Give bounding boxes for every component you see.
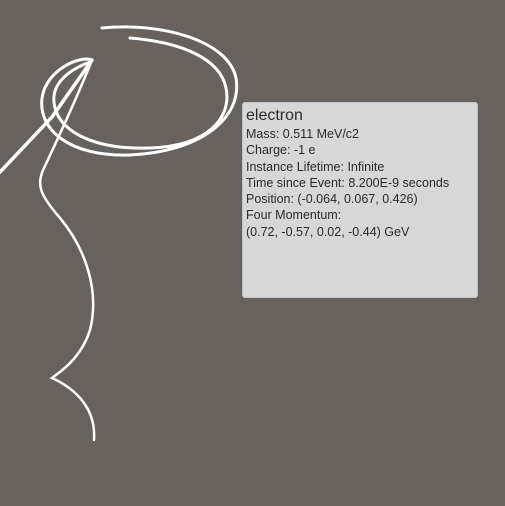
four-momentum-label: Four Momentum: — [246, 208, 342, 223]
particle-charge: Charge: -1 e — [246, 143, 316, 158]
electron-spiral-track-inner[interactable] — [52, 36, 229, 150]
particle-time-since-event: Time since Event: 8.200E-9 seconds — [246, 175, 450, 190]
particle-info-panel: electron Mass: 0.511 MeV/c2 Charge: -1 e… — [242, 102, 478, 298]
particle-lifetime: Instance Lifetime: Infinite — [246, 159, 385, 174]
four-momentum-value: (0.72, -0.57, 0.02, -0.44) GeV — [246, 224, 410, 239]
particle-track-straight[interactable] — [0, 58, 94, 174]
particle-mass: Mass: 0.511 MeV/c2 — [246, 127, 360, 141]
particle-track-curl[interactable] — [39, 58, 96, 442]
event-viewer-canvas[interactable]: electron Mass: 0.511 MeV/c2 Charge: -1 e… — [0, 0, 505, 506]
particle-name: electron — [246, 107, 303, 124]
particle-position: Position: (-0.064, 0.067, 0.426) — [246, 192, 418, 207]
